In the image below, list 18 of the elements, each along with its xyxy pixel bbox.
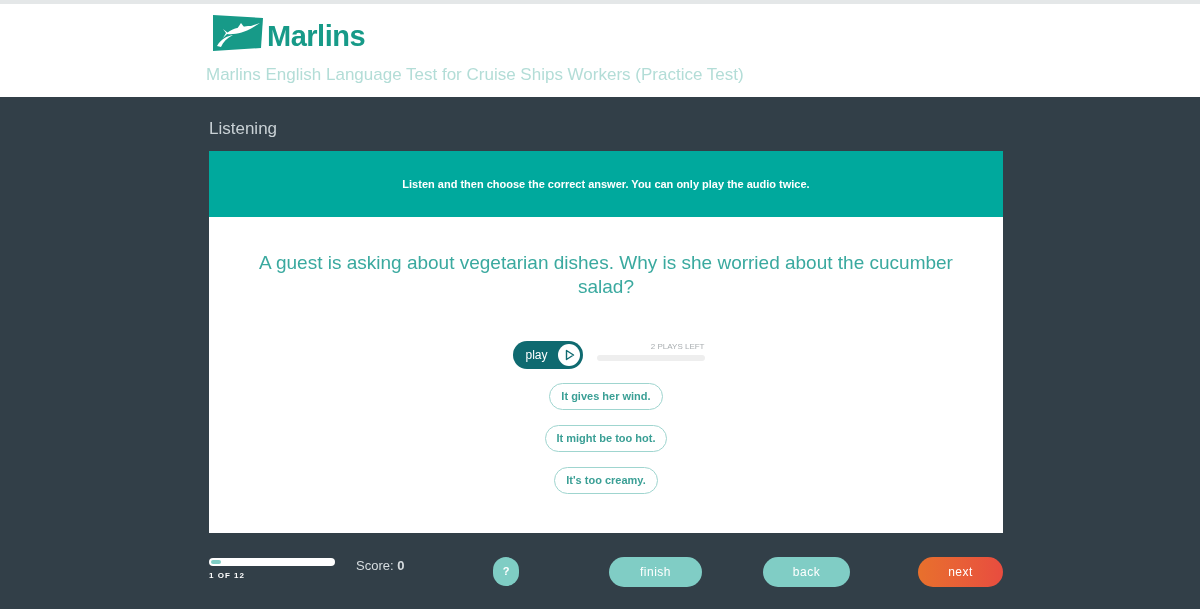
next-button[interactable]: next [918,557,1003,587]
question-counter: 1 OF 12 [209,571,245,581]
page-subtitle: Marlins English Language Test for Cruise Ships Workers (Practice Test) [206,65,744,85]
question-text: A guest is asking about vegetarian dishes. Why is she worried about the cucumber salad? [258,251,954,299]
logo-text: Marlins [267,21,366,51]
plays-left-text: 2 PLAYS LEFT [650,342,705,352]
section-title: Listening [209,118,278,140]
play-button[interactable]: play [512,341,583,369]
finish-button[interactable]: finish [609,557,702,587]
answer-option[interactable]: It's too creamy. [554,467,658,494]
answer-option[interactable]: It might be too hot. [544,425,668,452]
play-icon [557,344,580,366]
instruction-text: Listen and then choose the correct answer. You can only play the audio twice. [402,176,810,192]
back-button[interactable]: back [763,557,850,587]
fish-logo-icon [213,15,263,51]
answer-option[interactable]: It gives her wind. [549,383,663,410]
score-text: Score: 0 [356,558,406,574]
help-button[interactable]: ? [493,557,519,586]
